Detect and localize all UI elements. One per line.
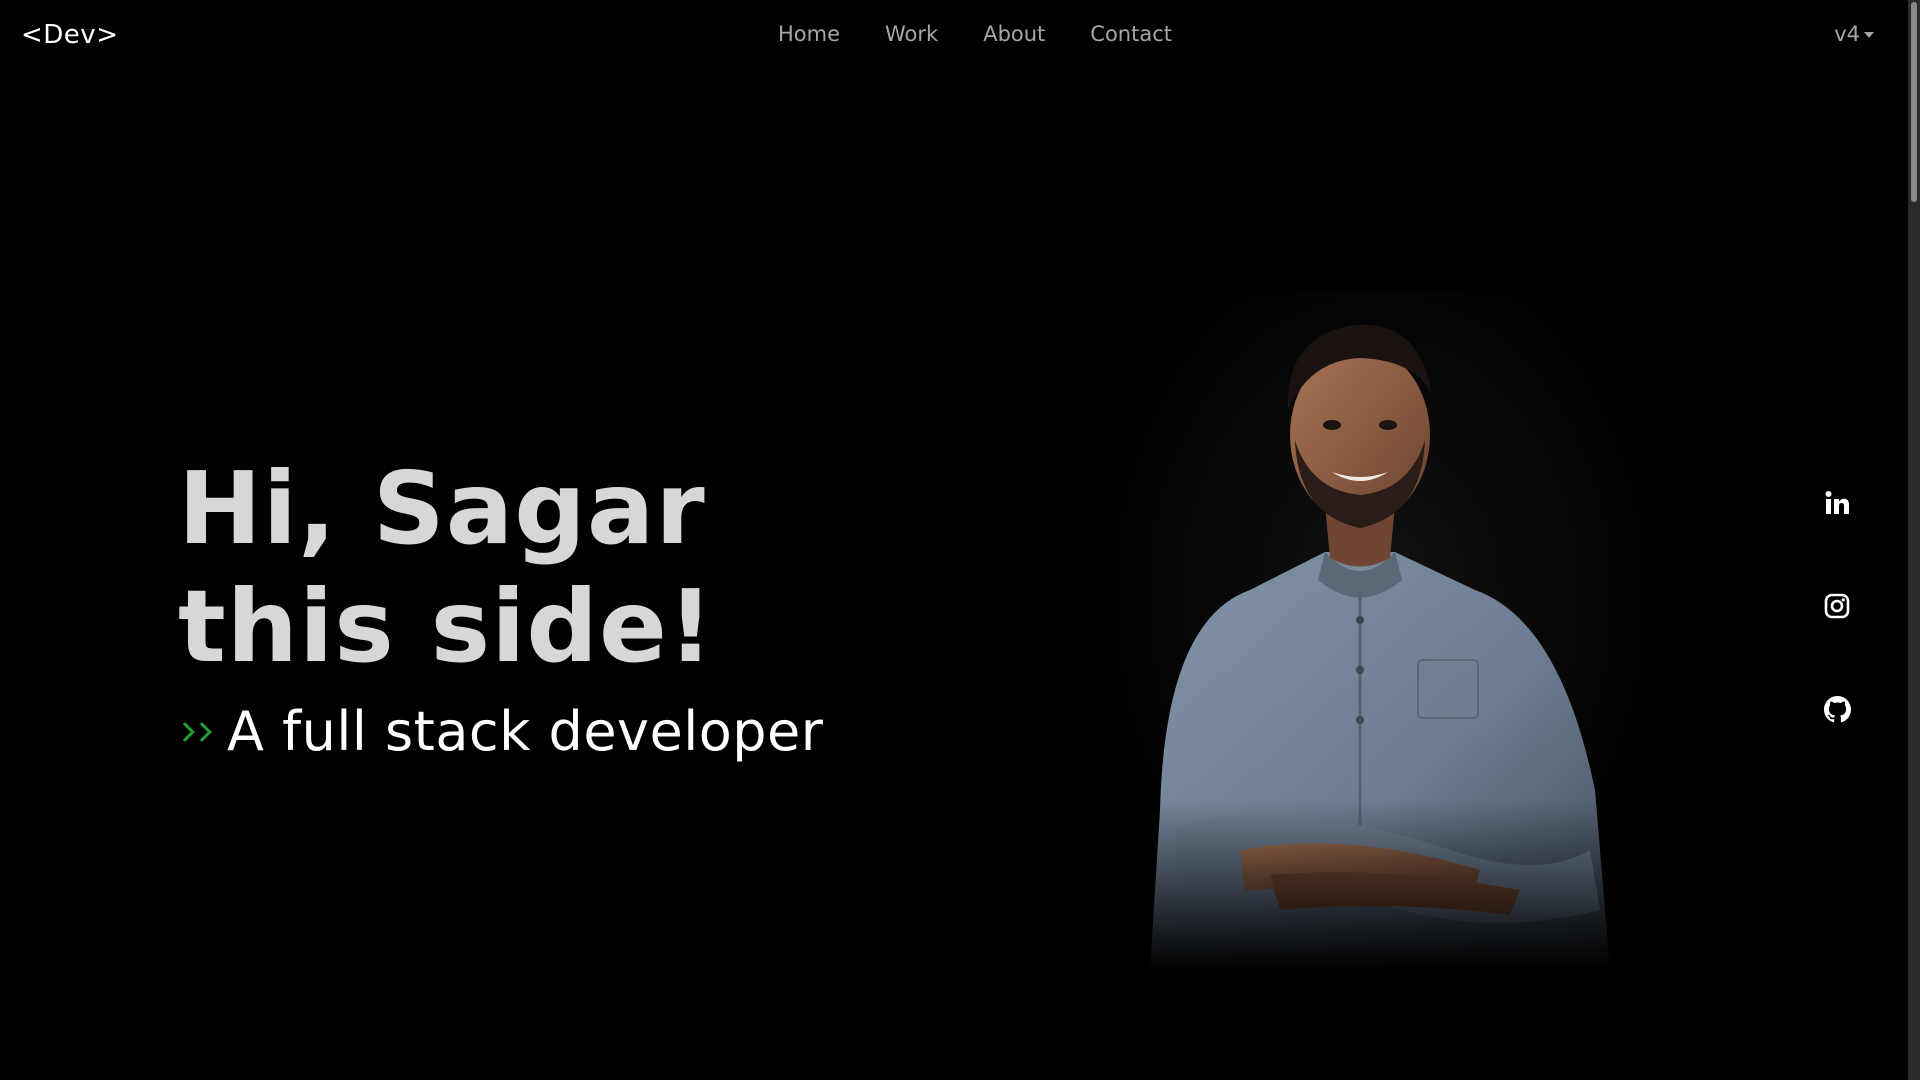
nav-link-about[interactable]: About — [983, 22, 1045, 46]
version-label: v4 — [1834, 22, 1860, 46]
hero-heading-line-1: Hi, Sagar — [178, 450, 706, 567]
social-links — [1822, 488, 1852, 724]
nav-link-contact[interactable]: Contact — [1090, 22, 1172, 46]
double-chevron-icon — [175, 721, 212, 742]
nav-link-home[interactable]: Home — [778, 22, 840, 46]
navbar: <Dev> Home Work About Contact v4 — [0, 0, 1908, 72]
profile-photo — [1120, 290, 1640, 970]
hero-heading: Hi, Sagar this side! — [178, 450, 714, 686]
page: <Dev> Home Work About Contact v4 Hi, Sag… — [0, 0, 1920, 1080]
nav-links: Home Work About Contact — [778, 22, 1172, 46]
caret-down-icon — [1864, 32, 1874, 38]
linkedin-icon[interactable] — [1822, 488, 1852, 518]
instagram-icon[interactable] — [1822, 591, 1852, 621]
logo-link[interactable]: <Dev> — [21, 20, 118, 50]
scrollbar[interactable] — [1908, 0, 1920, 1080]
nav-link-work[interactable]: Work — [885, 22, 938, 46]
tagline: A full stack developer — [175, 700, 824, 763]
hero-heading-line-2: this side! — [178, 568, 715, 685]
tagline-text: A full stack developer — [227, 700, 824, 763]
version-dropdown[interactable]: v4 — [1834, 22, 1874, 46]
github-icon[interactable] — [1822, 694, 1852, 724]
scrollbar-thumb[interactable] — [1911, 2, 1917, 202]
